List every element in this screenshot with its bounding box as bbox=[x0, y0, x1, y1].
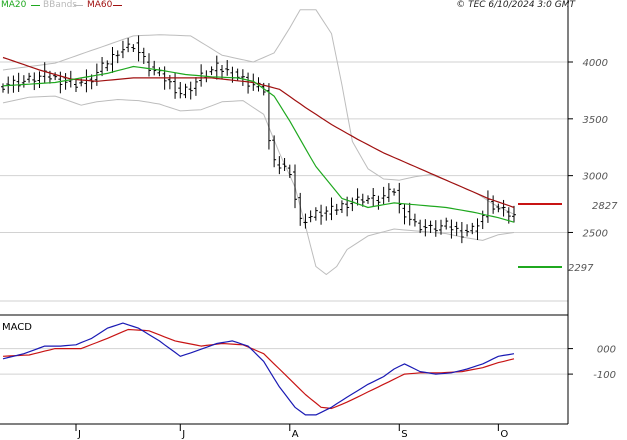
x-axis-tick-label: S bbox=[401, 429, 407, 440]
macd-line bbox=[2, 322, 515, 416]
legend-ma60: MA60 bbox=[87, 0, 113, 10]
legend-bbands: BBands bbox=[43, 0, 77, 10]
price-axis-tick-label: 4000 bbox=[583, 58, 608, 69]
ma60-marker-value: 2827 bbox=[592, 201, 618, 212]
legend-bbands-swatch bbox=[74, 5, 83, 6]
price-axis-tick-label: 2500 bbox=[583, 228, 608, 239]
copyright-timestamp: © TEC 6/10/2024 3:0 GMT bbox=[456, 0, 575, 10]
legend-ma20-swatch bbox=[31, 5, 40, 6]
legend-ma60-swatch bbox=[113, 5, 122, 6]
price-and-macd-chart: 4000 3500 3000 2500 000 -100 MACD J J A S O 2827 2297 bbox=[0, 0, 618, 440]
x-axis-tick-label: J bbox=[77, 429, 81, 440]
bbands-upper-line bbox=[2, 9, 515, 215]
legend-ma20: MA20 bbox=[1, 0, 27, 10]
macd-signal-line bbox=[2, 328, 515, 410]
price-axis-tick-label: 3000 bbox=[583, 172, 608, 183]
price-axis-tick-label: 3500 bbox=[583, 115, 608, 126]
x-axis-tick-label: J bbox=[181, 429, 185, 440]
ma20-marker-value: 2297 bbox=[568, 263, 594, 274]
macd-axis-tick-label: -100 bbox=[593, 370, 616, 381]
macd-axis-tick-label: 000 bbox=[597, 345, 616, 356]
bbands-lower-line bbox=[2, 95, 515, 275]
macd-panel-label: MACD bbox=[2, 322, 32, 333]
x-axis-tick-label: O bbox=[500, 429, 508, 440]
x-axis-tick-label: A bbox=[292, 429, 299, 440]
